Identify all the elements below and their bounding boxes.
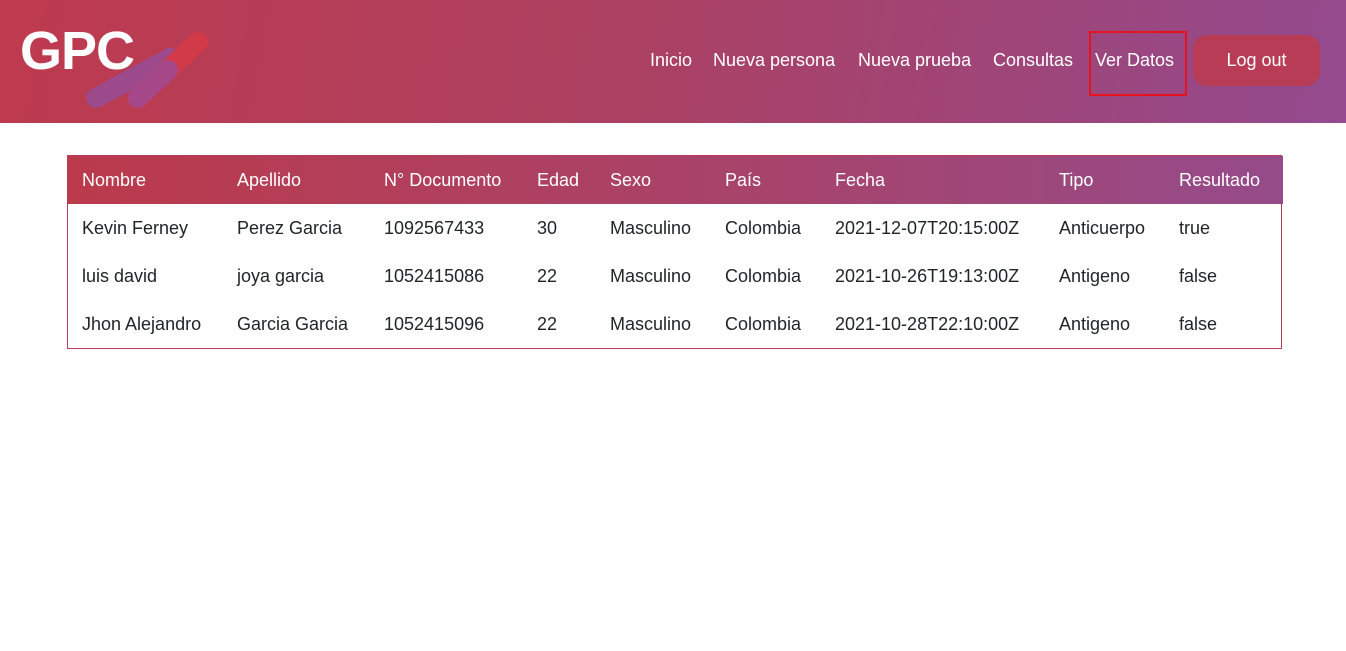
cell-apellido: Garcia Garcia xyxy=(237,313,349,334)
header-tipo: Tipo xyxy=(1059,169,1094,190)
brand-logo[interactable]: GPC xyxy=(20,24,210,108)
nav-ver-datos[interactable]: Ver Datos xyxy=(1095,48,1174,72)
table-row: Jhon Alejandro Garcia Garcia 1052415096 … xyxy=(68,300,1283,348)
cell-sexo: Masculino xyxy=(610,265,692,286)
header-resultado: Resultado xyxy=(1179,169,1261,190)
cell-pais: Colombia xyxy=(725,217,802,238)
cell-nombre: luis david xyxy=(82,265,158,286)
cell-apellido: Perez Garcia xyxy=(237,217,343,238)
cell-fecha: 2021-12-07T20:15:00Z xyxy=(835,217,1020,238)
header-apellido: Apellido xyxy=(237,169,302,190)
cell-tipo: Anticuerpo xyxy=(1059,217,1146,238)
cell-resultado: true xyxy=(1179,217,1211,238)
nav-consultas[interactable]: Consultas xyxy=(993,48,1073,72)
cell-nombre: Kevin Ferney xyxy=(82,217,189,238)
cell-pais: Colombia xyxy=(725,265,802,286)
table-row: Kevin Ferney Perez Garcia 1092567433 30 … xyxy=(68,204,1283,252)
navbar: GPC Inicio Nueva persona Nueva prueba Co… xyxy=(0,0,1346,123)
cell-resultado: false xyxy=(1179,313,1218,334)
header-fecha: Fecha xyxy=(835,169,886,190)
cell-edad: 22 xyxy=(537,265,558,286)
cell-edad: 30 xyxy=(537,217,558,238)
table-header: Nombre Apellido N° Documento Edad Sexo P… xyxy=(68,156,1283,204)
cell-tipo: Antigeno xyxy=(1059,265,1131,286)
cell-documento: 1052415096 xyxy=(384,313,485,334)
cell-sexo: Masculino xyxy=(610,217,692,238)
header-nombre: Nombre xyxy=(82,169,147,190)
cell-tipo: Antigeno xyxy=(1059,313,1131,334)
nav-nueva-prueba[interactable]: Nueva prueba xyxy=(858,48,971,72)
table-body: Kevin Ferney Perez Garcia 1092567433 30 … xyxy=(68,204,1283,348)
nav-nueva-persona[interactable]: Nueva persona xyxy=(713,48,835,72)
cell-fecha: 2021-10-26T19:13:00Z xyxy=(835,265,1020,286)
cell-nombre: Jhon Alejandro xyxy=(82,313,202,334)
header-sexo: Sexo xyxy=(610,169,652,190)
cell-apellido: joya garcia xyxy=(237,265,325,286)
cell-fecha: 2021-10-28T22:10:00Z xyxy=(835,313,1020,334)
cell-sexo: Masculino xyxy=(610,313,692,334)
header-documento: N° Documento xyxy=(384,169,502,190)
table-row: luis david joya garcia 1052415086 22 Mas… xyxy=(68,252,1283,300)
logout-button[interactable]: Log out xyxy=(1193,35,1320,86)
data-table: Nombre Apellido N° Documento Edad Sexo P… xyxy=(68,156,1283,348)
cell-edad: 22 xyxy=(537,313,558,334)
cell-pais: Colombia xyxy=(725,313,802,334)
cell-resultado: false xyxy=(1179,265,1218,286)
nav-inicio[interactable]: Inicio xyxy=(650,48,692,72)
logo-text: GPC xyxy=(20,21,135,81)
header-pais: País xyxy=(725,169,762,190)
cell-documento: 1092567433 xyxy=(384,217,485,238)
data-table-container: Nombre Apellido N° Documento Edad Sexo P… xyxy=(67,155,1283,349)
cell-documento: 1052415086 xyxy=(384,265,485,286)
header-edad: Edad xyxy=(537,169,580,190)
